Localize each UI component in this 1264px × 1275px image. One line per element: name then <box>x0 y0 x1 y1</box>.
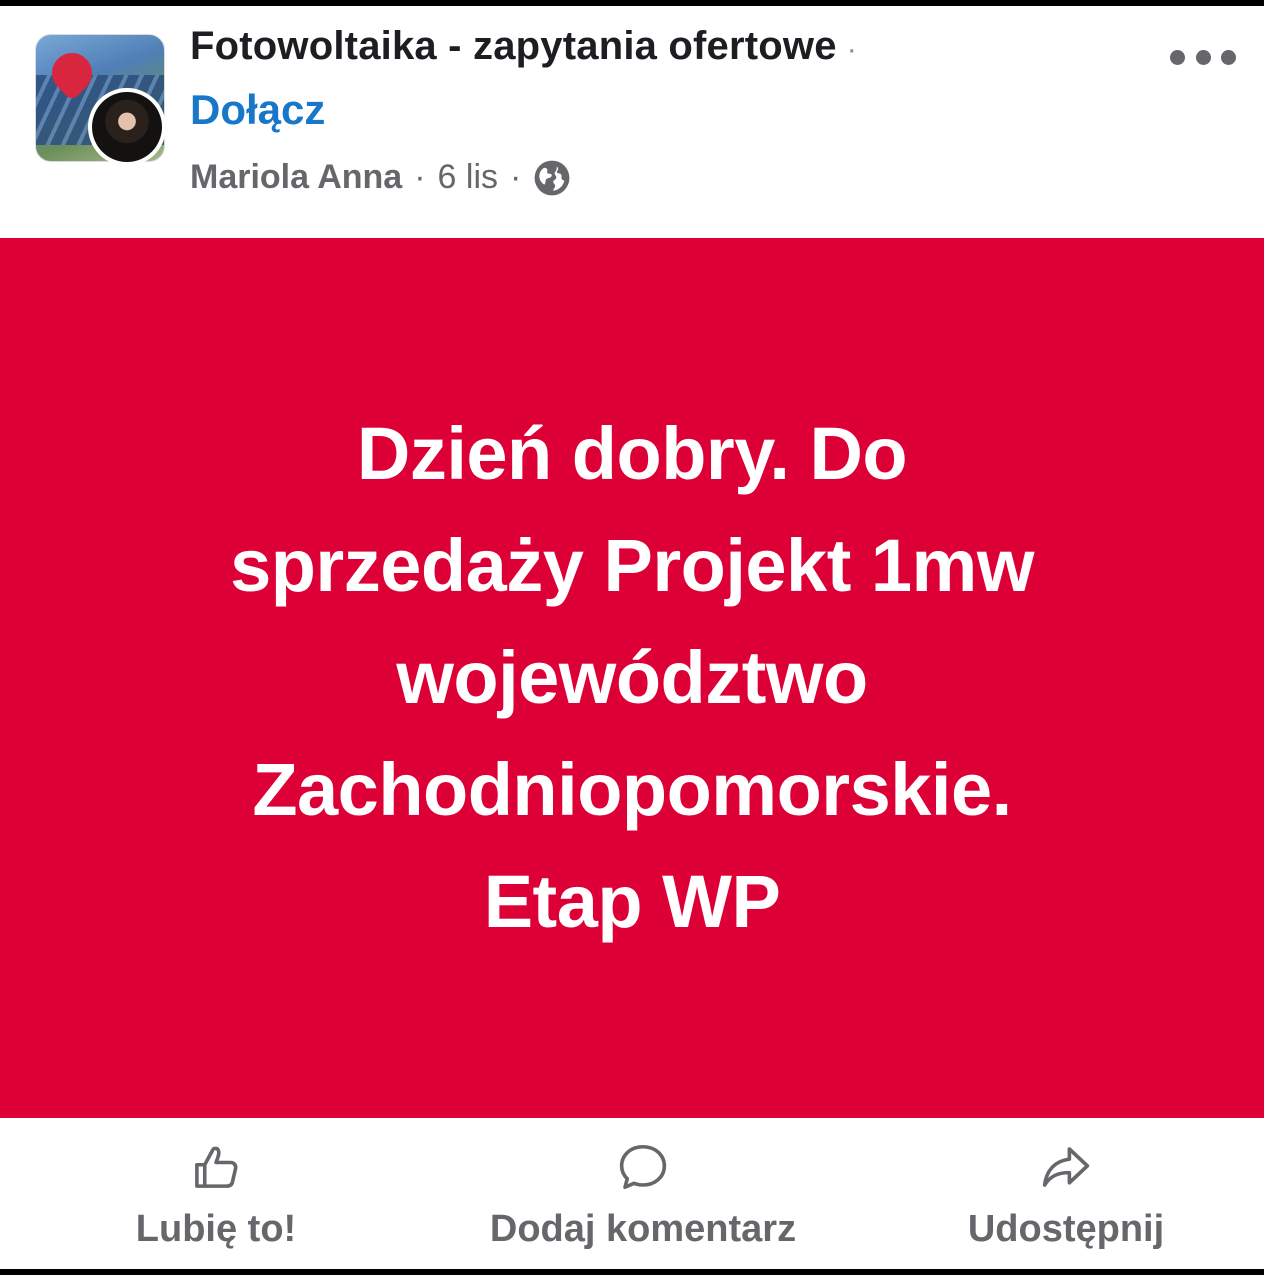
post-card: Fotowoltaika - zapytania ofertowe · Dołąc… <box>0 6 1264 1269</box>
post-text: Dzień dobry. Do sprzedaży Projekt 1mw wo… <box>92 398 1172 958</box>
like-button[interactable]: Lubię to! <box>128 1140 304 1251</box>
group-name-link[interactable]: Fotowoltaika - zapytania ofertowe · <box>190 24 857 69</box>
thumbs-up-icon <box>195 1146 238 1188</box>
post-text-line: Etap WP <box>483 860 781 943</box>
comment-button[interactable]: Dodaj komentarz <box>478 1140 808 1251</box>
more-dot <box>1195 49 1211 65</box>
post-text-line: województwo <box>396 636 868 719</box>
comment-label: Dodaj komentarz <box>489 1208 797 1250</box>
post-meta: Mariola Anna · 6 lis · <box>190 158 571 197</box>
post-content[interactable]: Dzień dobry. Do sprzedaży Projekt 1mw wo… <box>0 238 1264 1118</box>
more-dot <box>1221 49 1236 65</box>
more-dot <box>1170 49 1185 65</box>
more-options-icon[interactable] <box>1170 40 1236 74</box>
meta-separator: · <box>414 158 426 196</box>
globe-icon <box>534 160 570 195</box>
share-label: Udostępnij <box>967 1208 1165 1250</box>
action-bar: Lubię to! Dodaj komentarz Udostępnij <box>0 1118 1264 1269</box>
author-avatar[interactable] <box>88 88 166 166</box>
post-text-line: Dzień dobry. Do <box>356 412 908 495</box>
share-arrow-icon <box>1042 1147 1090 1187</box>
post-date[interactable]: 6 lis <box>438 158 498 197</box>
post-text-line: sprzedaży Projekt 1mw <box>230 524 1034 607</box>
comment-bubble-icon <box>619 1144 667 1190</box>
author-avatar-image <box>92 92 162 162</box>
like-label: Lubię to! <box>135 1208 297 1250</box>
group-name-dot: · <box>846 33 857 66</box>
post-text-line: Zachodniopomorskie. <box>252 748 1012 831</box>
meta-separator: · <box>510 158 522 196</box>
author-name[interactable]: Mariola Anna <box>190 158 402 197</box>
join-group-link[interactable]: Dołącz <box>190 86 325 134</box>
share-button[interactable]: Udostępnij <box>960 1140 1172 1251</box>
group-name[interactable]: Fotowoltaika - zapytania ofertowe <box>190 24 837 68</box>
